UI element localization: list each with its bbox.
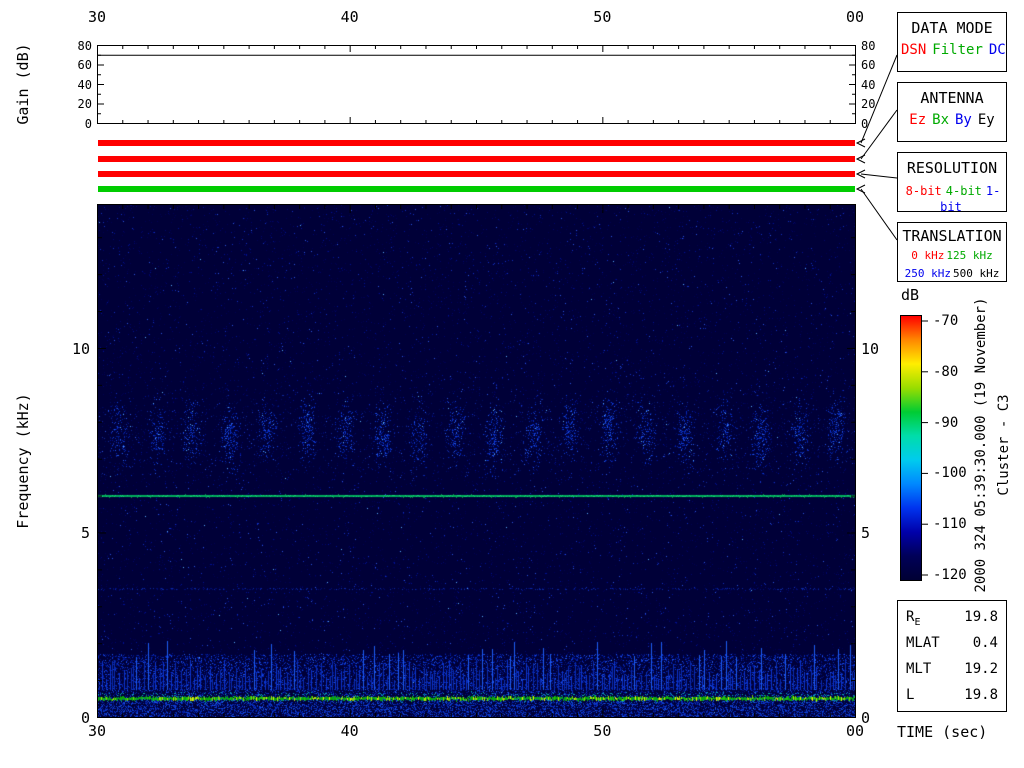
freq-tick-label-left: 5 [80, 524, 90, 542]
freq-tick-label-left: 0 [80, 708, 90, 727]
translation-bar [98, 186, 855, 192]
colorbar-tick-label: -90 [933, 414, 959, 431]
resolution-legend-title: RESOLUTION [906, 159, 998, 177]
info-value-mlt: 19.2 [964, 661, 998, 677]
legend-item-ez: Ez [909, 112, 927, 128]
info-value-re: 19.8 [964, 609, 998, 625]
info-label-re: RE [906, 609, 921, 628]
colorbar [900, 315, 922, 581]
freq-tick-label-right: 5 [861, 524, 871, 542]
spacecraft-side-label: Cluster - C3 [996, 394, 1012, 496]
colorbar-tick-label: -70 [933, 313, 959, 329]
wbd-spectrogram-display: Gain (dB) Frequency (kHz) DATA MODE DSN F… [0, 0, 1024, 768]
antenna-legend-title: ANTENNA [920, 89, 984, 107]
translation-legend: TRANSLATION 0 kHz 125 kHz 250 kHz 500 kHz [897, 222, 1007, 282]
gain-tick-label-right: 0 [861, 116, 869, 131]
legend-item-by: By [955, 112, 972, 128]
antenna-bar [98, 156, 855, 162]
gain-tick-label-left: 0 [84, 116, 92, 131]
resolution-bar [98, 171, 855, 177]
info-value-mlat: 0.4 [972, 635, 998, 651]
gain-tick-label-left: 40 [77, 77, 92, 92]
time-axis-label: TIME (sec) [897, 723, 988, 741]
resolution-legend-items: 8-bit 4-bit 1-bit [898, 183, 1006, 215]
freq-tick-label-right: 0 [861, 708, 871, 727]
top-time-tick-label: 00 [845, 8, 865, 26]
colorbar-tick-label: -120 [933, 567, 967, 583]
translation-legend-items-row2: 250 kHz 500 kHz [898, 265, 1006, 281]
gain-axis-label: Gain (dB) [14, 43, 32, 125]
legend-item-bx: Bx [932, 112, 949, 128]
antenna-legend-items: Ez Bx By Ey [898, 112, 1006, 128]
data-mode-bar [98, 140, 855, 146]
info-label-l: L [906, 687, 915, 703]
gain-tick-label-left: 60 [77, 58, 92, 72]
top-time-tick-label: 50 [593, 8, 612, 26]
bottom-time-tick-label: 50 [593, 722, 612, 740]
bottom-time-tick-label: 30 [87, 722, 107, 740]
legend-item-8bit: 8-bit [905, 184, 942, 198]
legend-item-dsn: DSN [901, 42, 927, 58]
info-row-l: L 19.8 [906, 682, 998, 708]
freq-tick-label-left: 10 [71, 339, 90, 358]
resolution-legend: RESOLUTION 8-bit 4-bit 1-bit [897, 152, 1007, 215]
colorbar-tick-label: -100 [933, 465, 967, 482]
colorbar-tick-label: -80 [933, 363, 959, 380]
translation-legend-items-row1: 0 kHz 125 kHz [898, 247, 1006, 263]
info-row-mlt: MLT 19.2 [906, 656, 998, 682]
bottom-time-tick-label: 40 [340, 722, 359, 740]
legend-item-4bit: 4-bit [945, 184, 982, 198]
data-mode-legend-title: DATA MODE [911, 19, 993, 37]
legend-item-ey: Ey [977, 112, 995, 128]
gain-tick-label-left: 20 [77, 97, 92, 111]
colorbar-units-label: dB [901, 286, 920, 304]
data-mode-legend: DATA MODE DSN Filter DC [897, 12, 1007, 72]
gain-tick-label-right: 40 [861, 77, 876, 92]
top-time-tick-label: 40 [340, 8, 359, 26]
legend-item-filter: Filter [932, 42, 983, 58]
datetime-side-label: 2000 324 05:39:30.000 (19 November) [973, 297, 989, 593]
frequency-axis-label: Frequency (kHz) [14, 393, 32, 529]
info-value-l: 19.8 [964, 687, 998, 703]
legend-item-125khz: 125 kHz [946, 249, 993, 262]
legend-item-500khz: 500 kHz [953, 267, 1000, 280]
spectrogram-canvas [98, 205, 855, 717]
colorbar-tick-label: -110 [933, 516, 967, 533]
top-time-tick-label: 30 [87, 8, 107, 26]
info-label-mlt: MLT [906, 661, 932, 677]
legend-item-dc: DC [988, 42, 1006, 58]
info-row-re: RE 19.8 [906, 604, 998, 630]
translation-legend-title: TRANSLATION [902, 227, 1002, 245]
info-label-mlat: MLAT [906, 635, 940, 651]
data-mode-legend-items: DSN Filter DC [898, 42, 1006, 58]
legend-item-250khz: 250 kHz [904, 267, 951, 280]
gain-tick-label-right: 60 [861, 58, 876, 72]
gain-tick-label-right: 80 [861, 38, 876, 53]
orbit-info-box: RE 19.8 MLAT 0.4 MLT 19.2 L 19.8 [897, 600, 1007, 712]
antenna-legend: ANTENNA Ez Bx By Ey [897, 82, 1007, 142]
freq-tick-label-right: 10 [861, 339, 880, 358]
gain-tick-label-right: 20 [861, 97, 876, 111]
gain-tick-label-left: 80 [77, 38, 92, 53]
info-row-mlat: MLAT 0.4 [906, 630, 998, 656]
legend-item-0khz: 0 kHz [911, 249, 945, 262]
